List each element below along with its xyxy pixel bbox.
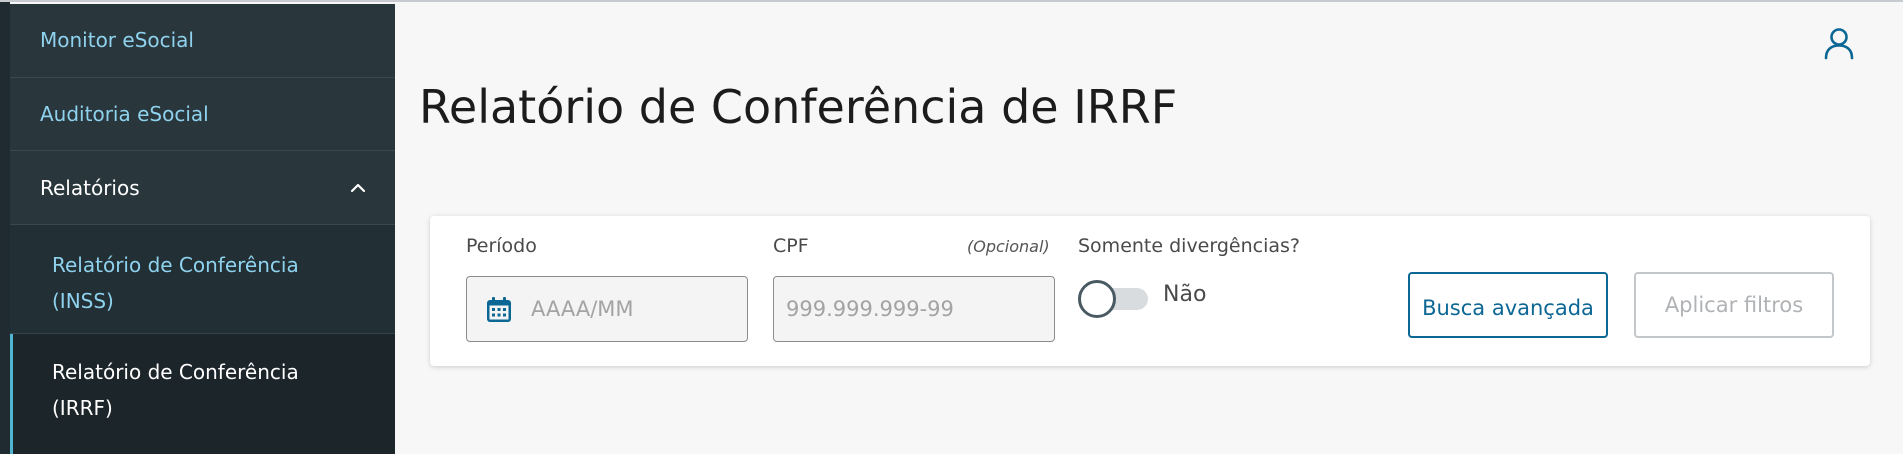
periodo-label: Período bbox=[466, 235, 537, 257]
sidebar-item-relatorios[interactable]: Relatórios bbox=[10, 151, 395, 225]
divergencias-label: Somente divergências? bbox=[1078, 235, 1300, 257]
sidebar-subitem-label: Relatório de Conferência (IRRF) bbox=[52, 360, 299, 420]
cpf-field[interactable] bbox=[773, 276, 1055, 342]
sidebar-subitem-label: Relatório de Conferência (INSS) bbox=[52, 253, 299, 313]
cpf-optional-label: (Opcional) bbox=[967, 237, 1050, 256]
cpf-input[interactable] bbox=[786, 277, 1048, 341]
filter-card: Período CPF (Opcional) Somente divergênc… bbox=[430, 216, 1870, 366]
sidebar-item-label: Auditoria eSocial bbox=[40, 102, 209, 126]
sidebar-subitem-relatorio-inss[interactable]: Relatório de Conferência (INSS) bbox=[10, 225, 395, 334]
cpf-label: CPF bbox=[773, 235, 809, 257]
busca-avancada-button[interactable]: Busca avançada bbox=[1408, 272, 1608, 338]
divergencias-toggle[interactable] bbox=[1078, 280, 1154, 318]
page-title: Relatório de Conferência de IRRF bbox=[419, 80, 1178, 134]
sidebar-item-auditoria-esocial[interactable]: Auditoria eSocial bbox=[10, 78, 395, 151]
divergencias-state: Não bbox=[1163, 282, 1207, 307]
chevron-up-icon[interactable] bbox=[349, 179, 367, 197]
active-indicator bbox=[10, 334, 13, 454]
periodo-field[interactable] bbox=[466, 276, 748, 342]
user-icon[interactable] bbox=[1822, 26, 1856, 60]
aplicar-filtros-button[interactable]: Aplicar filtros bbox=[1634, 272, 1834, 338]
sidebar: Monitor eSocial Auditoria eSocial Relató… bbox=[10, 4, 395, 454]
sidebar-item-label: Relatórios bbox=[40, 176, 140, 200]
sidebar-item-monitor-esocial[interactable]: Monitor eSocial bbox=[10, 4, 395, 78]
sidebar-item-label: Monitor eSocial bbox=[40, 28, 194, 52]
toggle-knob bbox=[1078, 280, 1116, 318]
sidebar-edge bbox=[0, 2, 10, 454]
calendar-icon[interactable] bbox=[485, 296, 513, 324]
periodo-input[interactable] bbox=[531, 277, 741, 341]
sidebar-subitem-relatorio-irrf[interactable]: Relatório de Conferência (IRRF) bbox=[10, 334, 395, 454]
top-border bbox=[0, 0, 1903, 2]
